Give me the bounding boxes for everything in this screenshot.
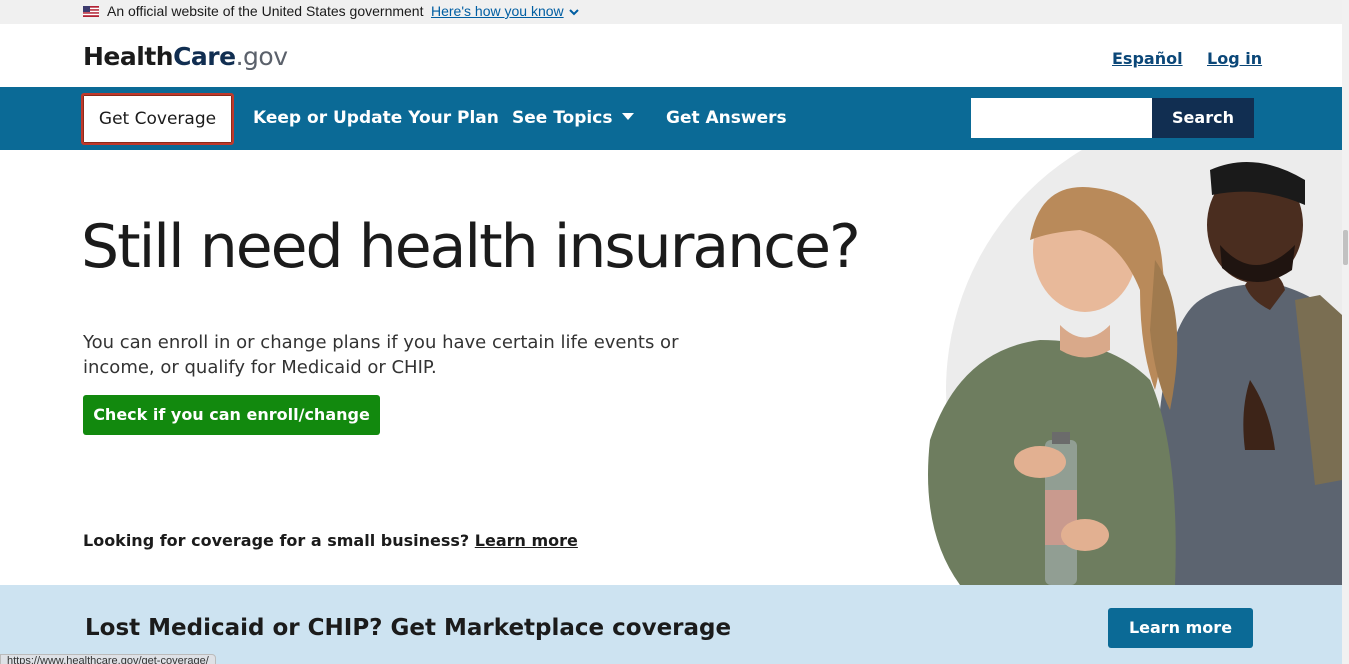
- small-business-learn-more-link[interactable]: Learn more: [475, 531, 578, 550]
- site-header: HealthCare.gov Español Log in: [0, 28, 1342, 87]
- hero-photo: [900, 150, 1342, 585]
- search-button[interactable]: Search: [1152, 98, 1254, 138]
- us-flag-icon: [83, 6, 99, 17]
- search-input[interactable]: [971, 98, 1152, 138]
- scrollbar-track[interactable]: [1342, 0, 1349, 664]
- login-link[interactable]: Log in: [1207, 49, 1262, 68]
- nav-see-topics[interactable]: See Topics: [512, 108, 635, 128]
- check-enroll-button[interactable]: Check if you can enroll/change: [83, 395, 380, 435]
- hero-description: You can enroll in or change plans if you…: [83, 332, 679, 378]
- scrollbar-thumb[interactable]: [1343, 230, 1348, 265]
- espanol-link[interactable]: Español: [1112, 49, 1183, 68]
- gov-banner: An official website of the United States…: [0, 0, 1342, 24]
- promo-banner: Lost Medicaid or CHIP? Get Marketplace c…: [0, 585, 1342, 664]
- people-illustration: [928, 162, 1342, 585]
- small-business-text: Looking for coverage for a small busines…: [83, 531, 578, 550]
- page-title: Still need health insurance?: [81, 212, 861, 282]
- official-site-text: An official website of the United States…: [107, 3, 424, 19]
- main-nav: Get Coverage Keep or Update Your Plan Se…: [0, 87, 1342, 150]
- nav-keep-update-plan[interactable]: Keep or Update Your Plan: [253, 108, 499, 128]
- how-you-know-link[interactable]: Here's how you know: [431, 3, 564, 19]
- healthcare-gov-logo[interactable]: HealthCare.gov: [83, 42, 288, 71]
- promo-title: Lost Medicaid or CHIP? Get Marketplace c…: [85, 615, 732, 641]
- chevron-down-icon[interactable]: [568, 6, 580, 18]
- status-url-tooltip: https://www.healthcare.gov/get-coverage/: [0, 654, 216, 664]
- promo-learn-more-button[interactable]: Learn more: [1108, 608, 1253, 648]
- caret-down-icon: [622, 113, 635, 120]
- nav-get-coverage[interactable]: Get Coverage: [81, 93, 234, 145]
- nav-get-answers[interactable]: Get Answers: [666, 108, 787, 128]
